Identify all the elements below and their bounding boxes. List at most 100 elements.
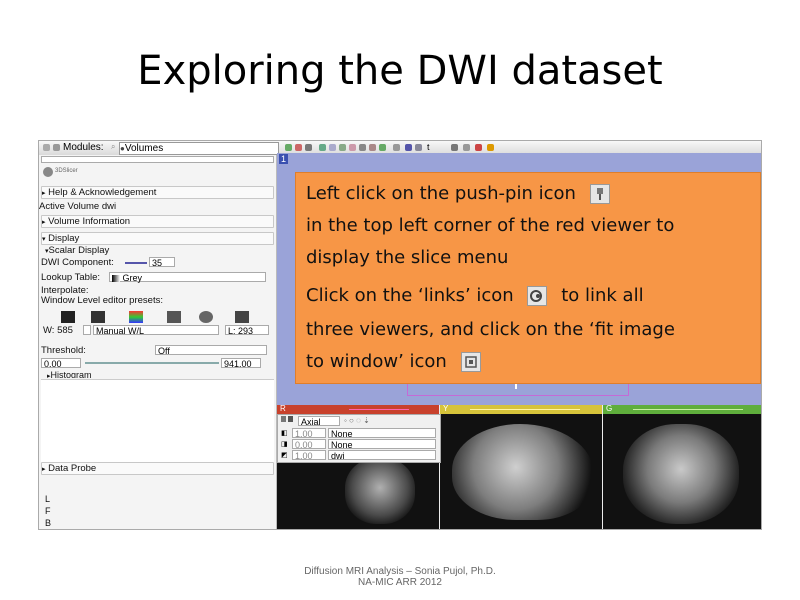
layout-icon[interactable] [393,144,400,151]
callout-line-2: in the top left corner of the red viewer… [306,215,675,236]
fiducial-icon[interactable] [319,144,326,151]
help-section[interactable]: ▸ Help & Acknowledgement [41,186,274,199]
volume-info-section[interactable]: ▸ Volume Information [41,215,274,228]
module-select-value: Volumes [124,143,164,154]
display-section[interactable]: ▾ Display [41,232,274,245]
lookup-table-value: Grey [122,273,143,283]
tractography-icon[interactable] [349,144,356,151]
push-pin-icon [589,184,610,204]
push-pin-icon[interactable] [281,416,286,422]
footer-line-2: NA-MIC ARR 2012 [358,577,442,588]
mouse-mode-icon[interactable] [451,144,458,151]
callout-line-6: to window’ icon [306,351,481,372]
crosshair-icon[interactable] [487,144,494,151]
back-icon[interactable] [285,144,292,151]
yellow-viewer-label: Y [443,404,449,413]
data-probe-label: Data Probe [48,463,97,474]
refresh-icon[interactable] [305,144,312,151]
scalar-display-section[interactable]: ▾Scalar Display [45,245,276,256]
preset-ct-air-icon[interactable] [61,311,75,323]
lookup-table-select[interactable]: Grey [109,272,266,283]
window-level-icon[interactable] [463,144,470,151]
layout-t-label[interactable]: t [427,142,430,152]
dwi-component-field[interactable]: 35 [149,257,175,268]
wl-mode-select[interactable]: Manual W/L [93,325,219,336]
range-max-field[interactable]: 941.00 [221,358,261,369]
red-viewer-bar[interactable]: R [277,404,439,414]
links-icon[interactable] [288,416,293,422]
threshold-select[interactable]: Off [155,345,267,356]
active-volume-select[interactable]: dwi [102,201,116,212]
yellow-slice-slider[interactable] [470,409,580,410]
slice-menu-icons[interactable]: ◦ ○ ◌ ⇣ [344,416,370,425]
probe-l: L [45,494,51,504]
transform-icon[interactable] [329,144,336,151]
wl-presets-label: Window Level editor presets: [41,295,163,306]
measure-icon[interactable] [369,144,376,151]
callout-line-4a-text: Click on the ‘links’ icon [306,285,514,306]
preset-abdomen-icon[interactable] [235,311,249,323]
yellow-slice-viewer[interactable] [440,414,602,529]
active-volume-label: Active Volume [39,201,100,212]
dwi-component-slider[interactable] [125,262,147,264]
green-slice-viewer[interactable] [603,414,761,529]
fg-volume-select[interactable]: None [328,428,436,439]
green-viewer-bar[interactable]: G [603,404,761,414]
data-icon[interactable] [379,144,386,151]
red-slice-slider[interactable] [349,409,409,410]
home-icon[interactable] [43,144,50,151]
histogram-section[interactable]: ▸Histogram [47,370,278,378]
grid-icon[interactable] [415,144,422,151]
wl-presets-row: Window Level editor presets: [41,295,272,306]
fg-layer-icon[interactable]: ◧ [281,429,288,437]
display-label: Display [48,233,80,244]
models-icon[interactable] [359,144,366,151]
sagittal-brain-image [452,424,594,520]
yellow-viewer-bar[interactable]: Y [440,404,602,414]
fit-to-window-icon [460,352,481,372]
probe-f: F [45,506,51,516]
preset-pet-icon[interactable] [129,311,143,323]
pick-icon[interactable] [475,144,482,151]
slicer-logo-text: 3DSlicer [55,168,78,174]
lock-icon[interactable] [53,144,60,151]
range-min-field[interactable]: 0.00 [41,358,81,369]
module-select[interactable]: ●Volumes [119,142,279,155]
preset-ct-brain-icon[interactable] [167,311,181,323]
orientation-select[interactable]: Axial [298,416,340,427]
range-slider[interactable] [85,362,219,364]
callout-line-3: display the slice menu [306,247,509,268]
label-opacity-field[interactable]: 1.00 [292,450,326,461]
grey-swatch-icon [112,275,120,283]
bg-opacity-field[interactable]: 0.00 [292,439,326,450]
layout-select-icon[interactable] [405,144,412,151]
search-icon[interactable]: ⌕ [111,142,115,152]
l-field[interactable]: L: 293 [225,325,269,336]
fg-opacity-field[interactable]: 1.00 [292,428,326,439]
label-volume-select[interactable]: dwi [328,450,436,461]
editor-icon[interactable] [339,144,346,151]
module-panel: 3DSlicer ▸ Help & Acknowledgement Active… [39,155,277,529]
forward-icon[interactable] [295,144,302,151]
label-layer-icon[interactable]: ◩ [281,451,288,459]
slide-footer: Diffusion MRI Analysis – Sonia Pujol, Ph… [0,566,800,588]
preset-ct-bone-icon[interactable] [91,311,105,323]
histogram-label: Histogram [50,370,92,378]
data-probe-section[interactable]: ▸ Data Probe [41,462,274,475]
green-viewer-label: G [606,404,613,413]
axial-brain-image [345,458,415,524]
bg-layer-icon[interactable]: ◨ [281,440,288,448]
slice-menu: Axial ◦ ○ ◌ ⇣ ◧ 1.00 None ◨ 0.00 None ◩ … [277,414,441,463]
probe-b: B [45,518,52,528]
scalar-display-label: Scalar Display [48,245,110,256]
preset-mr-icon[interactable] [199,311,213,323]
red-viewer-label: R [280,404,286,413]
lookup-table-label: Lookup Table: [41,272,100,283]
w-spin[interactable] [83,325,91,335]
links-icon [527,286,548,306]
green-slice-slider[interactable] [633,409,743,410]
bg-volume-select[interactable]: None [328,439,436,450]
coronal-brain-image [623,424,739,524]
callout-line-1-text: Left click on the push-pin icon [306,183,576,204]
modules-label: Modules: [63,142,104,153]
